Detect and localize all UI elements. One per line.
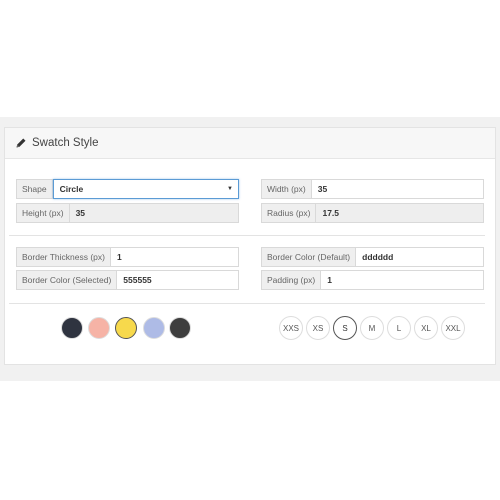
shape-label: Shape — [17, 180, 53, 198]
border-color-default-input[interactable]: dddddd — [356, 248, 483, 266]
size-swatch-xxl[interactable]: XXL — [441, 316, 465, 340]
size-swatch-s[interactable]: S — [333, 316, 357, 340]
dropdown-arrow-icon: ▼ — [227, 186, 233, 192]
width-input[interactable]: 35 — [312, 180, 483, 198]
height-label: Height (px) — [17, 204, 70, 222]
radius-input: 17.5 — [316, 204, 483, 222]
shape-select[interactable]: Circle ▼ — [52, 179, 239, 199]
color-swatch[interactable] — [169, 317, 191, 339]
border-color-selected-label: Border Color (Selected) — [17, 271, 118, 289]
color-swatch[interactable] — [88, 317, 110, 339]
shape-value: Circle — [59, 184, 84, 194]
border-color-default-label: Border Color (Default) — [262, 248, 357, 266]
size-swatch-l[interactable]: L — [387, 316, 411, 340]
padding-field: Padding (px) 1 — [261, 270, 484, 290]
pencil-icon — [16, 138, 26, 148]
padding-label: Padding (px) — [262, 271, 322, 289]
border-color-selected-field: Border Color (Selected) 555555 — [16, 270, 239, 290]
color-swatch[interactable] — [115, 317, 137, 339]
size-swatch-m[interactable]: M — [360, 316, 384, 340]
section-divider — [9, 303, 485, 304]
size-swatch-xxs[interactable]: XXS — [279, 316, 303, 340]
panel-title: Swatch Style — [32, 137, 99, 149]
padding-input[interactable]: 1 — [321, 271, 483, 289]
section-divider — [9, 235, 485, 236]
border-color-selected-input[interactable]: 555555 — [117, 271, 238, 289]
border-thickness-input[interactable]: 1 — [111, 248, 238, 266]
height-field: Height (px) 35 — [16, 203, 239, 223]
height-input: 35 — [69, 204, 238, 222]
width-label: Width (px) — [262, 180, 312, 198]
radius-label: Radius (px) — [262, 204, 317, 222]
size-swatch-xl[interactable]: XL — [414, 316, 438, 340]
radius-field: Radius (px) 17.5 — [261, 203, 484, 223]
panel-header: Swatch Style — [5, 128, 495, 159]
shape-field: Shape Circle ▼ — [16, 179, 239, 199]
size-swatch-xs[interactable]: XS — [306, 316, 330, 340]
border-thickness-field: Border Thickness (px) 1 — [16, 247, 239, 267]
color-swatch[interactable] — [61, 317, 83, 339]
border-color-default-field: Border Color (Default) dddddd — [261, 247, 484, 267]
width-field: Width (px) 35 — [261, 179, 484, 199]
border-thickness-label: Border Thickness (px) — [17, 248, 111, 266]
color-swatch[interactable] — [143, 317, 165, 339]
